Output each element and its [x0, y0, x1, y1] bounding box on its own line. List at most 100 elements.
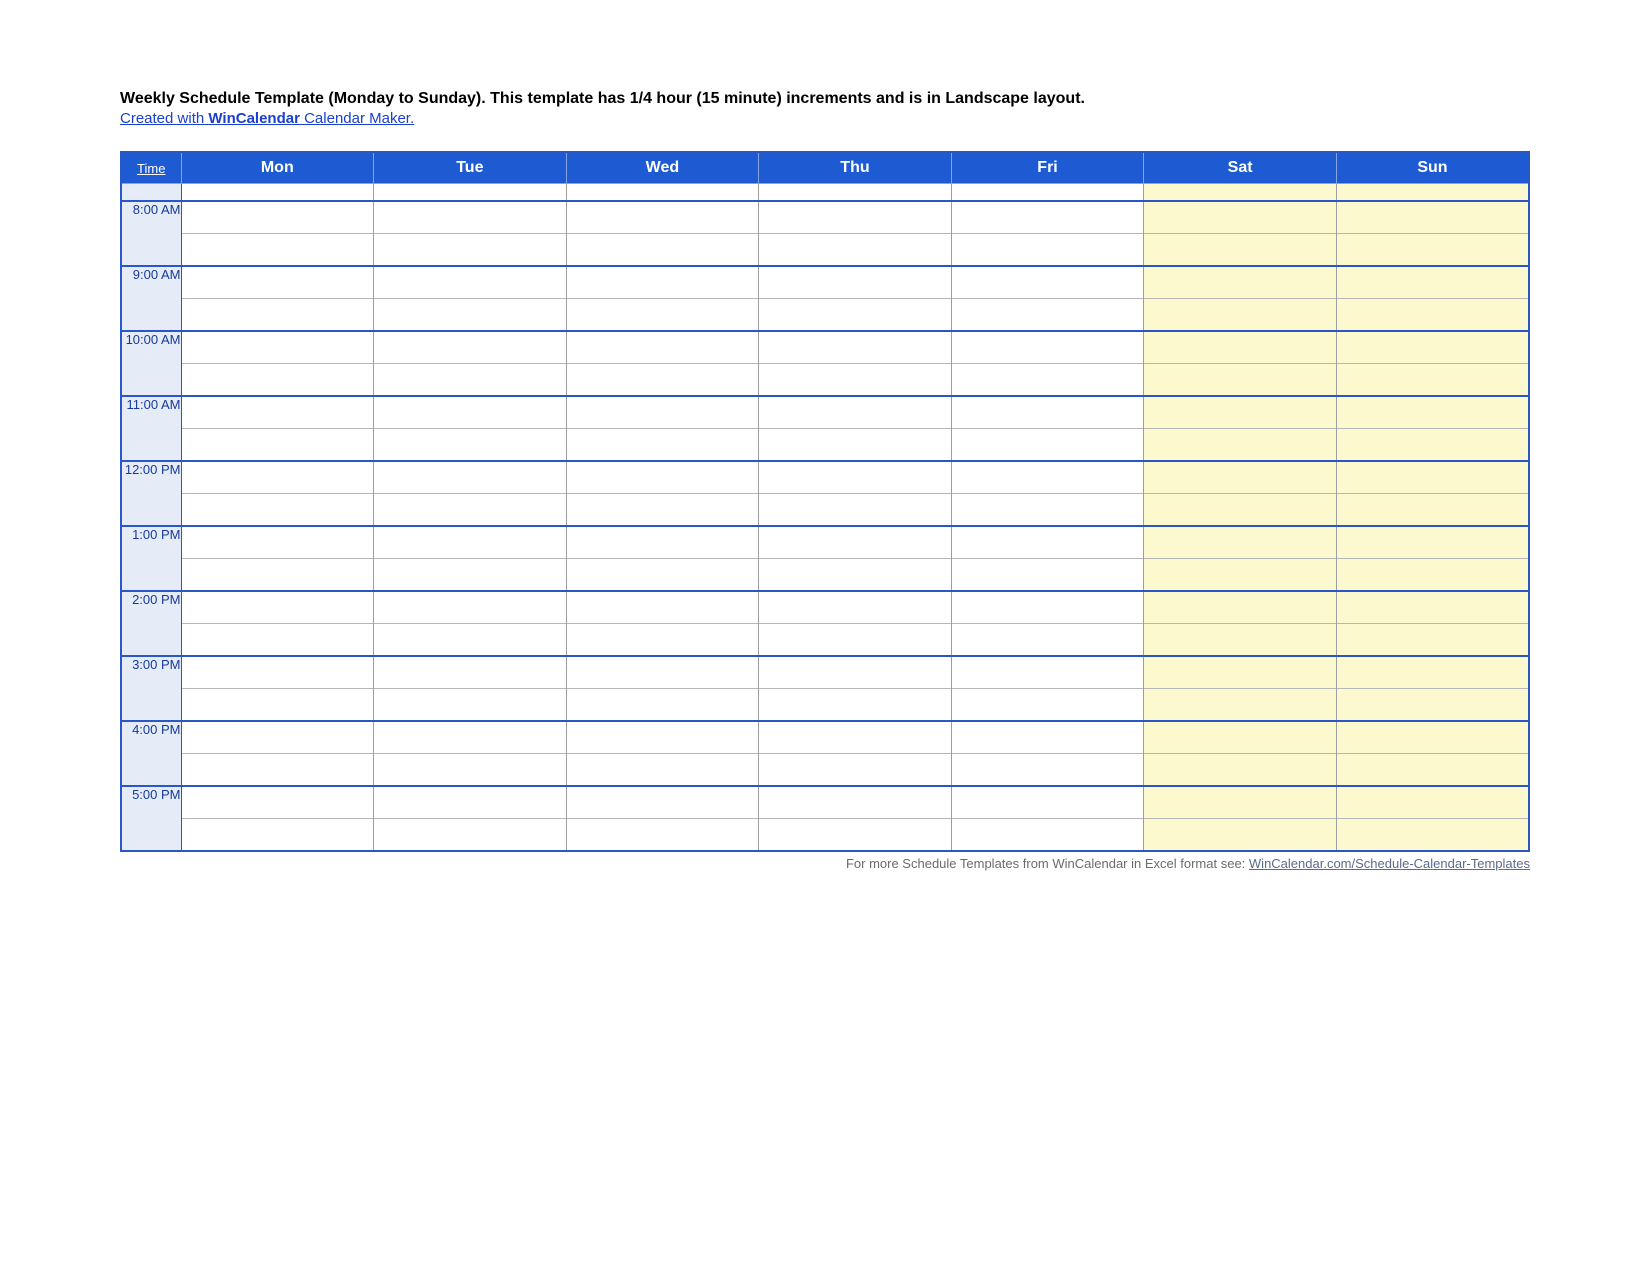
schedule-cell[interactable]	[1144, 559, 1337, 592]
schedule-cell[interactable]	[1144, 364, 1337, 397]
schedule-cell[interactable]	[181, 331, 374, 364]
schedule-cell[interactable]	[759, 656, 952, 689]
schedule-cell[interactable]	[181, 559, 374, 592]
schedule-cell[interactable]	[566, 461, 759, 494]
schedule-cell[interactable]	[1336, 201, 1529, 234]
schedule-cell[interactable]	[1144, 299, 1337, 332]
schedule-cell[interactable]	[566, 656, 759, 689]
schedule-cell[interactable]	[759, 819, 952, 852]
schedule-cell[interactable]	[1336, 184, 1529, 202]
schedule-cell[interactable]	[566, 526, 759, 559]
schedule-cell[interactable]	[1336, 721, 1529, 754]
schedule-cell[interactable]	[1336, 461, 1529, 494]
schedule-cell[interactable]	[759, 786, 952, 819]
schedule-cell[interactable]	[1336, 331, 1529, 364]
schedule-cell[interactable]	[181, 299, 374, 332]
schedule-cell[interactable]	[1144, 201, 1337, 234]
schedule-cell[interactable]	[1144, 656, 1337, 689]
schedule-cell[interactable]	[759, 721, 952, 754]
schedule-cell[interactable]	[181, 591, 374, 624]
schedule-cell[interactable]	[759, 689, 952, 722]
schedule-cell[interactable]	[951, 266, 1144, 299]
schedule-cell[interactable]	[1144, 494, 1337, 527]
schedule-cell[interactable]	[1336, 494, 1529, 527]
schedule-cell[interactable]	[951, 819, 1144, 852]
schedule-cell[interactable]	[374, 364, 567, 397]
schedule-cell[interactable]	[374, 754, 567, 787]
schedule-cell[interactable]	[951, 331, 1144, 364]
schedule-cell[interactable]	[759, 624, 952, 657]
schedule-cell[interactable]	[759, 364, 952, 397]
schedule-cell[interactable]	[566, 754, 759, 787]
schedule-cell[interactable]	[951, 526, 1144, 559]
schedule-cell[interactable]	[181, 266, 374, 299]
schedule-cell[interactable]	[374, 234, 567, 267]
schedule-cell[interactable]	[759, 494, 952, 527]
schedule-cell[interactable]	[1144, 754, 1337, 787]
schedule-cell[interactable]	[566, 429, 759, 462]
schedule-cell[interactable]	[759, 559, 952, 592]
schedule-cell[interactable]	[1144, 461, 1337, 494]
schedule-cell[interactable]	[1336, 429, 1529, 462]
schedule-cell[interactable]	[1144, 266, 1337, 299]
schedule-cell[interactable]	[951, 754, 1144, 787]
schedule-cell[interactable]	[1144, 234, 1337, 267]
schedule-cell[interactable]	[181, 184, 374, 202]
schedule-cell[interactable]	[181, 526, 374, 559]
schedule-cell[interactable]	[1144, 331, 1337, 364]
schedule-cell[interactable]	[951, 201, 1144, 234]
schedule-cell[interactable]	[374, 656, 567, 689]
schedule-cell[interactable]	[951, 184, 1144, 202]
schedule-cell[interactable]	[1144, 624, 1337, 657]
schedule-cell[interactable]	[1336, 559, 1529, 592]
schedule-cell[interactable]	[951, 624, 1144, 657]
schedule-cell[interactable]	[374, 494, 567, 527]
schedule-cell[interactable]	[759, 234, 952, 267]
schedule-cell[interactable]	[374, 184, 567, 202]
schedule-cell[interactable]	[181, 234, 374, 267]
creator-link[interactable]: Created with WinCalendar Calendar Maker.	[120, 110, 414, 127]
schedule-cell[interactable]	[759, 396, 952, 429]
schedule-cell[interactable]	[566, 396, 759, 429]
schedule-cell[interactable]	[181, 494, 374, 527]
schedule-cell[interactable]	[1336, 689, 1529, 722]
schedule-cell[interactable]	[374, 461, 567, 494]
schedule-cell[interactable]	[181, 754, 374, 787]
schedule-cell[interactable]	[759, 461, 952, 494]
schedule-cell[interactable]	[951, 234, 1144, 267]
schedule-cell[interactable]	[759, 201, 952, 234]
schedule-cell[interactable]	[1144, 786, 1337, 819]
schedule-cell[interactable]	[951, 656, 1144, 689]
schedule-cell[interactable]	[951, 396, 1144, 429]
schedule-cell[interactable]	[566, 299, 759, 332]
schedule-cell[interactable]	[566, 591, 759, 624]
schedule-cell[interactable]	[566, 786, 759, 819]
schedule-cell[interactable]	[1336, 266, 1529, 299]
schedule-cell[interactable]	[951, 299, 1144, 332]
schedule-cell[interactable]	[566, 689, 759, 722]
schedule-cell[interactable]	[181, 721, 374, 754]
schedule-cell[interactable]	[1336, 234, 1529, 267]
schedule-cell[interactable]	[1144, 184, 1337, 202]
footer-link[interactable]: WinCalendar.com/Schedule-Calendar-Templa…	[1249, 856, 1530, 871]
schedule-cell[interactable]	[374, 689, 567, 722]
schedule-cell[interactable]	[566, 331, 759, 364]
schedule-cell[interactable]	[566, 819, 759, 852]
schedule-cell[interactable]	[1336, 364, 1529, 397]
schedule-cell[interactable]	[374, 721, 567, 754]
schedule-cell[interactable]	[181, 786, 374, 819]
schedule-cell[interactable]	[1336, 624, 1529, 657]
schedule-cell[interactable]	[566, 201, 759, 234]
schedule-cell[interactable]	[374, 559, 567, 592]
schedule-cell[interactable]	[951, 429, 1144, 462]
schedule-cell[interactable]	[1144, 721, 1337, 754]
schedule-cell[interactable]	[759, 184, 952, 202]
schedule-cell[interactable]	[951, 591, 1144, 624]
schedule-cell[interactable]	[1144, 689, 1337, 722]
schedule-cell[interactable]	[181, 656, 374, 689]
schedule-cell[interactable]	[374, 591, 567, 624]
schedule-cell[interactable]	[759, 591, 952, 624]
schedule-cell[interactable]	[1336, 526, 1529, 559]
schedule-cell[interactable]	[1336, 396, 1529, 429]
schedule-cell[interactable]	[181, 624, 374, 657]
